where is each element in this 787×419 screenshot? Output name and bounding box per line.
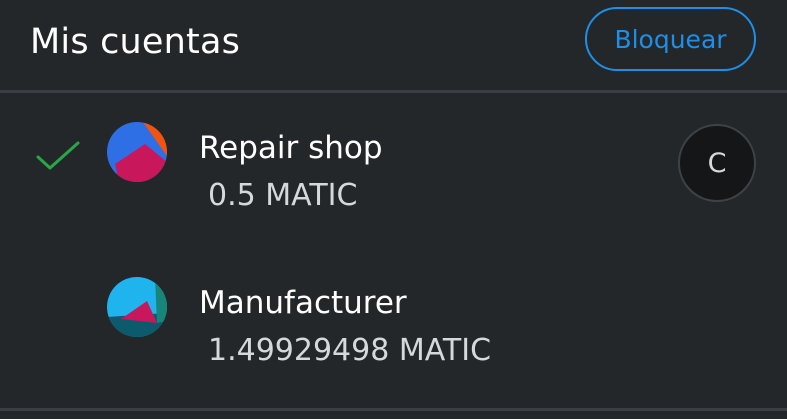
divider: [0, 90, 787, 93]
account-balance: 1.49929498 MATIC: [208, 333, 492, 368]
lock-button[interactable]: Bloquear: [585, 7, 756, 71]
account-item-repair-shop[interactable]: Repair shop 0.5 MATIC C: [0, 100, 787, 250]
account-name: Repair shop: [199, 130, 383, 166]
account-menu-header: Mis cuentas Bloquear: [0, 0, 787, 90]
account-avatar: [107, 122, 167, 182]
account-name: Manufacturer: [199, 285, 407, 321]
divider: [0, 408, 787, 411]
account-item-manufacturer[interactable]: Manufacturer 1.49929498 MATIC: [0, 255, 787, 405]
account-menu: Mis cuentas Bloquear Repair shop 0.5 MAT…: [0, 0, 787, 419]
check-icon: [36, 141, 80, 170]
account-balance: 0.5 MATIC: [208, 178, 358, 213]
account-avatar: [107, 277, 167, 337]
page-title: Mis cuentas: [30, 22, 241, 62]
connection-badge[interactable]: C: [678, 124, 756, 202]
